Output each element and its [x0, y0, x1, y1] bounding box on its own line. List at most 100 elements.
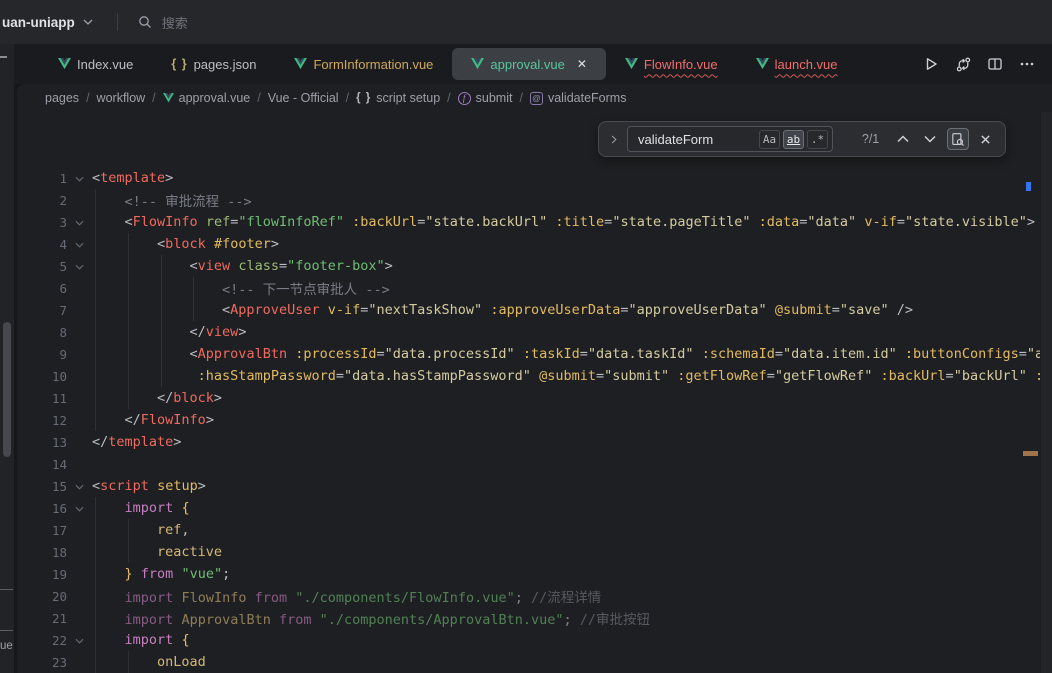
tab-pages-json[interactable]: { }pages.json: [152, 44, 275, 84]
regex-toggle[interactable]: .*: [807, 130, 828, 149]
scrollbar-change-marker: [1026, 182, 1031, 191]
code-editor[interactable]: 1<template>2 <!-- 审批流程 -->3 <FlowInfo re…: [17, 167, 1052, 673]
compare-icon: [955, 56, 972, 73]
indent-guide: [161, 255, 162, 387]
code-lines: 1<template>2 <!-- 审批流程 -->3 <FlowInfo re…: [17, 167, 1052, 673]
code-line-11: 11 </block>: [17, 387, 1052, 409]
code-text: import {: [92, 632, 190, 648]
code-line-8: 8 </view>: [17, 321, 1052, 343]
line-number: 19: [17, 567, 67, 582]
line-number: 23: [17, 655, 67, 670]
chevron-up-icon: [897, 135, 909, 143]
ellipsis-icon: [1019, 56, 1035, 72]
code-line-23: 23 onLoad: [17, 651, 1052, 673]
function-icon: f: [458, 92, 471, 105]
line-number: 14: [17, 457, 67, 472]
chevron-down-icon: [924, 135, 936, 143]
project-panel-sliver: ue: [0, 44, 14, 673]
breadcrumb-item-workflow[interactable]: workflow: [97, 91, 146, 105]
breadcrumb-item-submit[interactable]: fsubmit: [458, 91, 513, 105]
breadcrumb-item-pages[interactable]: pages: [45, 91, 79, 105]
code-text: </view>: [92, 324, 246, 340]
search-in-selection-button[interactable]: [947, 128, 969, 150]
title-bar: uan-uniapp 搜索: [0, 0, 1052, 44]
whole-words-toggle[interactable]: ab: [783, 130, 804, 149]
project-switcher[interactable]: uan-uniapp: [2, 15, 93, 30]
previous-match-button[interactable]: [894, 129, 912, 149]
panel-fragment: [0, 630, 13, 631]
tab-launch-vue[interactable]: launch.vue: [737, 44, 857, 84]
fold-chevron-icon[interactable]: [75, 264, 84, 270]
split-editor-button[interactable]: [986, 55, 1004, 73]
code-text: <ApproveUser v-if="nextTaskShow" :approv…: [92, 302, 913, 318]
editor-scrollbar[interactable]: [1040, 112, 1052, 673]
find-query: validateForm: [638, 132, 756, 147]
line-number: 9: [17, 347, 67, 362]
close-find-button[interactable]: [977, 129, 995, 149]
code-text: <template>: [92, 170, 173, 186]
close-icon[interactable]: ✕: [577, 58, 587, 70]
match-counter: ?/1: [855, 132, 886, 146]
line-number: 20: [17, 589, 67, 604]
fold-chevron-icon[interactable]: [75, 506, 84, 512]
code-text: import FlowInfo from "./components/FlowI…: [92, 586, 601, 606]
code-line-6: 6 <!-- 下一节点审批人 -->: [17, 277, 1052, 299]
more-button[interactable]: [1018, 55, 1036, 73]
tab-label: FormInformation.vue: [313, 57, 433, 72]
tab-flowinfo-vue[interactable]: FlowInfo.vue: [606, 44, 737, 84]
fold-chevron-icon[interactable]: [75, 484, 84, 490]
fold-chevron-icon[interactable]: [75, 638, 84, 644]
global-search[interactable]: 搜索: [138, 13, 188, 32]
tab-bar: Index.vue{ }pages.json FormInformation.vu…: [14, 44, 1052, 84]
breadcrumb-label: validateForms: [548, 91, 627, 105]
breadcrumb-separator: /: [346, 91, 349, 105]
tab-forminformation-vue[interactable]: FormInformation.vue: [275, 44, 452, 84]
fold-chevron-icon[interactable]: [75, 220, 84, 226]
breadcrumb-item-vue-official[interactable]: Vue - Official: [268, 91, 339, 105]
code-text: <view class="footer-box">: [92, 258, 393, 274]
panel-scrollbar-thumb[interactable]: [3, 322, 11, 457]
indent-guide: [128, 651, 129, 673]
line-number: 1: [17, 171, 67, 186]
line-number: 3: [17, 215, 67, 230]
fold-chevron-icon[interactable]: [75, 242, 84, 248]
editor-actions: [922, 44, 1036, 84]
breadcrumb-item-validateforms[interactable]: @ validateForms: [530, 91, 627, 105]
line-number: 8: [17, 325, 67, 340]
chevron-right-icon[interactable]: [609, 134, 619, 145]
run-button[interactable]: [922, 55, 940, 73]
breadcrumb-item-script-setup[interactable]: { }script setup: [356, 91, 440, 105]
breadcrumb-label: submit: [476, 91, 513, 105]
code-line-13: 13</template>: [17, 431, 1052, 453]
match-case-toggle[interactable]: Aa: [759, 130, 780, 149]
code-text: <script setup>: [92, 478, 206, 494]
code-line-1: 1 <template>: [17, 167, 1052, 189]
breadcrumb-item-approval-vue[interactable]: approval.vue: [163, 91, 251, 105]
tab-approval-vue[interactable]: approval.vue ✕: [452, 48, 606, 80]
breadcrumb-label: approval.vue: [179, 91, 251, 105]
line-number: 12: [17, 413, 67, 428]
fold-chevron-icon[interactable]: [75, 176, 84, 182]
indent-guide: [95, 189, 96, 431]
code-line-14: 14: [17, 453, 1052, 475]
code-text: <ApprovalBtn :processId="data.processId"…: [92, 346, 1052, 362]
next-match-button[interactable]: [920, 129, 938, 149]
panel-fragment: [0, 589, 13, 590]
breadcrumb-separator: /: [447, 91, 450, 105]
tab-index-vue[interactable]: Index.vue: [39, 44, 152, 84]
breadcrumb-label: script setup: [376, 91, 440, 105]
editor-area[interactable]: pages/workflow/approval.vue/Vue - Offici…: [17, 84, 1052, 673]
play-icon: [923, 56, 939, 72]
tab-label: FlowInfo.vue: [644, 57, 718, 72]
tab-label: approval.vue: [490, 57, 564, 72]
code-text: reactive: [92, 544, 222, 560]
line-number: 17: [17, 523, 67, 538]
search-icon: [138, 15, 152, 29]
indent-guide: [193, 277, 194, 321]
titlebar-divider: [117, 13, 118, 31]
method-icon: @: [530, 92, 543, 105]
compare-button[interactable]: [954, 55, 972, 73]
code-line-21: 21 import ApprovalBtn from "./components…: [17, 607, 1052, 629]
find-input[interactable]: validateForm Aa ab .*: [627, 126, 833, 152]
code-text: :hasStampPassword="data.hasStampPassword…: [92, 368, 1052, 384]
